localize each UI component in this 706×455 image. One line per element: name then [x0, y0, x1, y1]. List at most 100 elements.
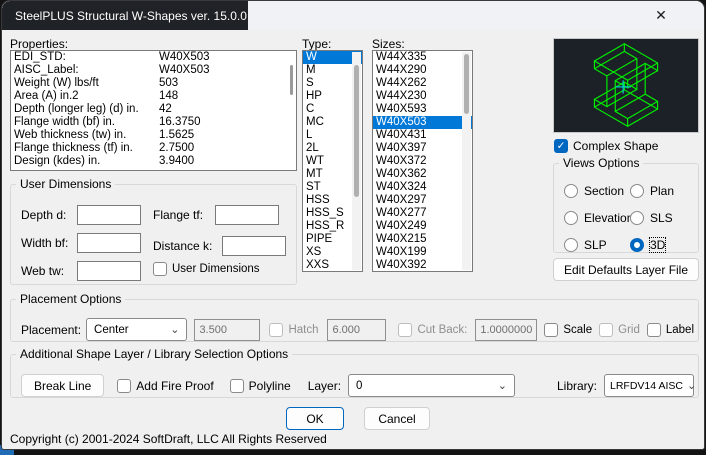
radio-plan[interactable]: Plan [630, 184, 674, 198]
break-line-button[interactable]: Break Line [21, 374, 105, 397]
size-list-item[interactable]: W44X230 [373, 90, 472, 103]
user-dimensions-group: User Dimensions Depth d: Flange tf: Widt… [10, 177, 297, 285]
size-list-item[interactable]: W40X397 [373, 142, 472, 155]
radio-slp[interactable]: SLP [564, 238, 607, 252]
radio-3d-label: 3D [648, 237, 667, 253]
property-name: Design (kdes) in. [14, 155, 101, 167]
checkbox-icon [599, 322, 614, 337]
sizes-listbox[interactable]: W44X335 W44X290 W44X262 W44X230 W40X593 … [372, 50, 473, 272]
cancel-button[interactable]: Cancel [364, 407, 430, 430]
size-list-item[interactable]: W40X324 [373, 181, 472, 194]
size-list-item[interactable]: W44X290 [373, 64, 472, 77]
checkbox-icon [544, 322, 559, 337]
sizes-scrollbar-thumb[interactable] [464, 54, 469, 114]
radio-sls-label: SLS [650, 211, 673, 225]
property-name: Weight (W) lbs/ft [14, 77, 99, 89]
property-row: AISC_Label: W40X503 [11, 64, 296, 77]
distance-k-field[interactable] [222, 236, 286, 256]
cut-back-label: Cut Back: [417, 323, 468, 336]
ok-button[interactable]: OK [286, 407, 344, 430]
title-bar[interactable]: SteelPLUS Structural W-Shapes ver. 15.0.… [2, 1, 704, 30]
label-label: Label [665, 323, 694, 336]
size-list-item[interactable]: W40X199 [373, 246, 472, 259]
size-list-item[interactable]: W40X392 [373, 259, 472, 271]
radio-icon [564, 184, 578, 198]
radio-section[interactable]: Section [564, 184, 624, 198]
width-bf-label: Width bf: [21, 236, 69, 250]
flange-tf-label: Flange tf: [153, 208, 204, 222]
wireframe-3d-preview [593, 42, 659, 128]
type-scrollbar[interactable] [352, 52, 361, 270]
property-name: Area (A) in.2 [14, 90, 79, 102]
window-title: SteelPLUS Structural W-Shapes ver. 15.0.… [15, 8, 247, 23]
size-list-item[interactable]: W40X277 [373, 207, 472, 220]
size-list-item[interactable]: W40X215 [373, 233, 472, 246]
complex-shape-checkbox[interactable]: ✓ Complex Shape [554, 139, 658, 153]
sizes-label: Sizes: [372, 37, 405, 51]
property-value: W40X503 [159, 64, 210, 76]
polyline-label: Polyline [248, 378, 291, 393]
distance-k-label: Distance k: [153, 239, 213, 253]
placement-select[interactable]: Center ⌄ [86, 318, 188, 341]
complex-shape-label: Complex Shape [573, 139, 659, 153]
size-list-item[interactable]: W44X262 [373, 77, 472, 90]
width-bf-field[interactable] [77, 233, 141, 253]
polyline-checkbox[interactable]: Polyline [229, 378, 291, 393]
add-fire-proof-label: Add Fire Proof [136, 378, 214, 393]
property-value: 503 [159, 77, 179, 89]
size-list-item[interactable]: W40X431 [373, 129, 472, 142]
hatch-spacing-field [327, 318, 387, 341]
radio-section-label: Section [584, 184, 625, 198]
library-select-value: LRFDV14 AISC [610, 379, 683, 392]
layer-select-value: 0 [356, 379, 363, 392]
user-dimensions-checkbox[interactable]: User Dimensions [153, 262, 260, 276]
checkbox-checked-icon: ✓ [554, 139, 568, 153]
hatch-checkbox: Hatch [269, 322, 318, 337]
edit-defaults-layer-file-button[interactable]: Edit Defaults Layer File [553, 258, 699, 281]
radio-3d[interactable]: 3D [630, 237, 667, 253]
property-name: AISC_Label: [14, 64, 79, 76]
cut-back-checkbox: Cut Back: [398, 322, 468, 337]
sizes-scrollbar[interactable] [462, 52, 471, 270]
placement-select-value: Center [94, 323, 129, 336]
flange-tf-field[interactable] [215, 205, 279, 225]
shape-preview-panel [553, 38, 699, 133]
radio-elevation[interactable]: Elevation [564, 211, 633, 225]
library-select[interactable]: LRFDV14 AISC ⌄ [604, 374, 694, 397]
title-bar-dark-segment: SteelPLUS Structural W-Shapes ver. 15.0.… [2, 1, 248, 30]
size-list-item[interactable]: W40X362 [373, 168, 472, 181]
web-tw-field[interactable] [77, 261, 141, 281]
close-icon[interactable]: ✕ [644, 1, 678, 30]
chevron-down-icon: ⌄ [497, 380, 507, 392]
property-value: 3.9400 [159, 155, 195, 167]
label-checkbox[interactable]: Label [646, 322, 694, 337]
size-list-item[interactable]: W40X249 [373, 220, 472, 233]
layer-select[interactable]: 0 ⌄ [348, 374, 515, 397]
size-list-item[interactable]: W40X297 [373, 194, 472, 207]
scale-checkbox[interactable]: Scale [544, 322, 592, 337]
chevron-down-icon: ⌄ [170, 324, 180, 336]
properties-listbox[interactable]: EDI_STD: W40X503 AISC_Label: W40X503 Wei… [10, 50, 297, 171]
size-list-item[interactable]: W40X593 [373, 103, 472, 116]
grid-checkbox: Grid [599, 322, 640, 337]
add-fire-proof-checkbox[interactable]: Add Fire Proof [117, 378, 214, 393]
type-scrollbar-thumb[interactable] [354, 65, 359, 197]
radio-sls[interactable]: SLS [630, 211, 673, 225]
radio-slp-label: SLP [584, 238, 607, 252]
property-value: 42 [159, 103, 172, 115]
type-label: Type: [302, 37, 332, 51]
checkbox-icon [398, 322, 413, 337]
library-label: Library: [556, 378, 597, 393]
depth-d-field[interactable] [77, 205, 141, 225]
type-listbox[interactable]: W M S HP C MC L 2L WT MT ST HSS HSS_S HS… [302, 50, 363, 272]
size-list-item[interactable]: W40X503 [373, 116, 472, 129]
size-list-item[interactable]: W44X335 [373, 51, 472, 64]
chevron-down-icon: ⌄ [686, 380, 694, 392]
property-row: Flange width (bf) in. 16.3750 [11, 116, 296, 129]
placement-options-group-label: Placement Options [20, 292, 122, 306]
views-options-group-label: Views Options [563, 156, 640, 170]
layer-label: Layer: [307, 378, 342, 393]
size-list-item[interactable]: W40X372 [373, 155, 472, 168]
properties-scrollbar[interactable] [290, 65, 293, 95]
checkbox-icon [153, 262, 167, 276]
